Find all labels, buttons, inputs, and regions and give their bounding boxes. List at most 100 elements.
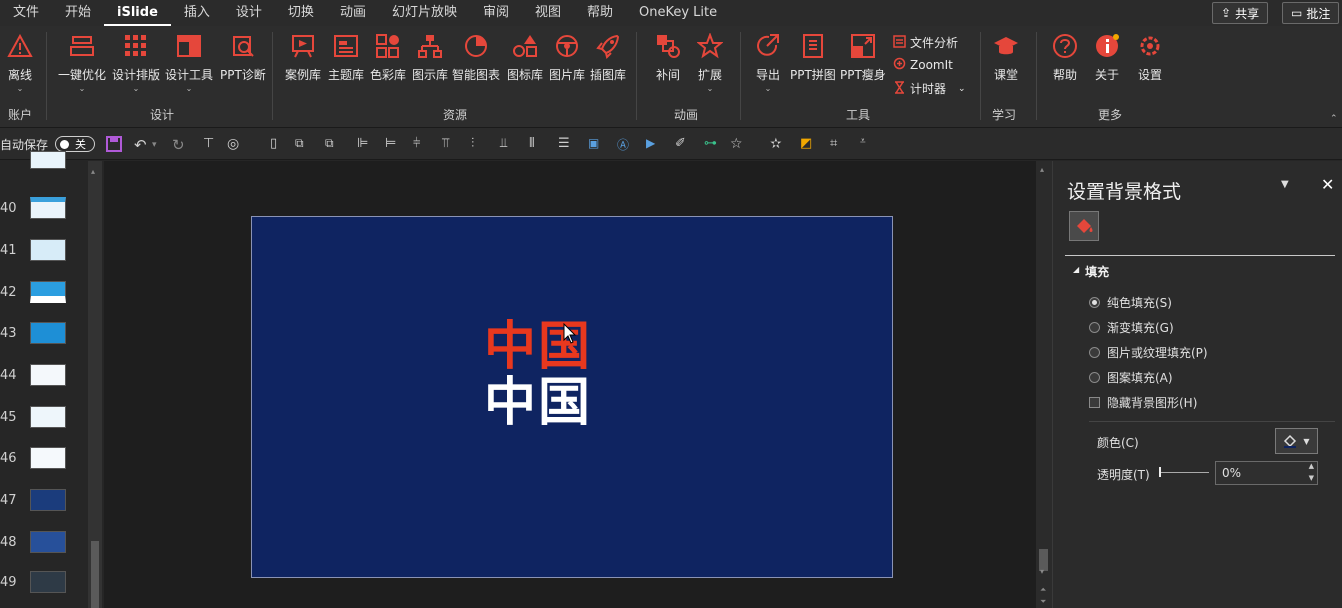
align-right-icon[interactable]: ⊨ [385, 136, 401, 152]
tab-design[interactable]: 设计 [223, 0, 275, 26]
solid-fill-radio[interactable]: 纯色填充(S) [1089, 294, 1172, 311]
video-icon[interactable]: ▶ [646, 136, 662, 152]
align-center-icon[interactable]: ⫩ [413, 136, 429, 152]
tween-button[interactable]: 补间 [654, 32, 682, 83]
tab-file[interactable]: 文件 [0, 0, 52, 26]
slide-thumbnail[interactable]: 46 [0, 447, 88, 473]
ppt-diagnose-button[interactable]: PPT诊断 [220, 32, 266, 83]
design-layout-button[interactable]: 设计排版 ⌄ [112, 32, 160, 93]
tab-help[interactable]: 帮助 [574, 0, 626, 26]
illustration-library-button[interactable]: 插图库 [590, 32, 626, 83]
slide-thumbnail[interactable]: 43 [0, 322, 88, 348]
tab-slideshow[interactable]: 幻灯片放映 [379, 0, 470, 26]
slider-handle[interactable] [1159, 467, 1161, 477]
image-tool-icon[interactable]: ▣ [588, 136, 604, 152]
shape-merge-icon[interactable]: ◎ [227, 136, 243, 152]
gradient-fill-radio[interactable]: 渐变填充(G) [1089, 319, 1174, 336]
export-button[interactable]: 导出 ⌄ [754, 32, 782, 93]
ungroup-icon[interactable]: ⧉ [325, 136, 341, 152]
design-tools-button[interactable]: 设计工具 ⌄ [165, 32, 213, 93]
slide-thumbnail[interactable]: 44 [0, 364, 88, 390]
share-button[interactable]: ⇪ 共享 [1212, 2, 1269, 24]
classroom-button[interactable]: 课堂 [992, 32, 1020, 83]
next-slide-icon[interactable]: ⏷ [1040, 597, 1046, 607]
new-file-icon[interactable]: ▯ [270, 136, 286, 152]
slide-thumbnail[interactable]: 45 [0, 406, 88, 432]
hide-background-checkbox[interactable]: 隐藏背景图形(H) [1089, 394, 1197, 411]
undo-dropdown-icon[interactable]: ▾ [152, 140, 168, 156]
distribute-horizontal-icon[interactable]: ⦀ [529, 136, 545, 152]
diagram-library-button[interactable]: 图示库 [412, 32, 448, 83]
offline-button[interactable]: 离线 ⌄ [6, 32, 34, 93]
image-library-button[interactable]: 图片库 [549, 32, 585, 83]
tab-review[interactable]: 审阅 [470, 0, 522, 26]
crop-icon[interactable]: ⌗ [830, 136, 846, 152]
spin-up-icon[interactable]: ▲ [1309, 462, 1314, 470]
slide-thumbnail[interactable]: 47 [0, 489, 88, 515]
theme-library-button[interactable]: 主题库 [328, 32, 364, 83]
align-left-icon[interactable]: ⊫ [357, 136, 373, 152]
presentation-icon[interactable]: ⊤ [203, 136, 219, 152]
scrollbar-thumb[interactable] [91, 541, 99, 608]
ppt-slim-button[interactable]: PPT瘦身 [840, 32, 886, 83]
undo-icon[interactable]: ↶ [134, 136, 150, 154]
slide-thumbnail[interactable]: 42 [0, 281, 88, 307]
save-icon[interactable] [106, 136, 122, 152]
one-click-optimize-button[interactable]: 一键优化 ⌄ [58, 32, 106, 93]
fill-section-header[interactable]: ◢ 填充 [1073, 263, 1109, 280]
tab-animations[interactable]: 动画 [327, 0, 379, 26]
ppt-collage-button[interactable]: PPT拼图 [790, 32, 836, 83]
tab-onekey[interactable]: OneKey Lite [626, 0, 730, 26]
autosave-toggle[interactable]: 关 [55, 136, 95, 152]
tab-islide[interactable]: iSlide [104, 0, 171, 26]
color-library-button[interactable]: 色彩库 [370, 32, 406, 83]
icon-library-button[interactable]: 图标库 [507, 32, 543, 83]
distribute-vertical-icon[interactable]: ☰ [558, 136, 574, 152]
comment-button[interactable]: ▭ 批注 [1282, 2, 1340, 24]
settings-button[interactable]: 设置 [1136, 32, 1164, 83]
group-icon[interactable]: ⧉ [295, 136, 311, 152]
tab-view[interactable]: 视图 [522, 0, 574, 26]
scroll-down-icon[interactable]: ▾ [1040, 567, 1044, 576]
tab-insert[interactable]: 插入 [171, 0, 223, 26]
slide-thumbnail[interactable]: 40 [0, 197, 88, 223]
collapse-ribbon-icon[interactable]: ⌃ [1330, 114, 1338, 124]
help-button[interactable]: 帮助 [1051, 32, 1079, 83]
smart-chart-button[interactable]: 智能图表 [452, 32, 500, 83]
pane-options-icon[interactable]: ▼ [1281, 179, 1289, 190]
timer-button[interactable]: 计时器 ⌄ [893, 80, 966, 97]
spin-down-icon[interactable]: ▼ [1309, 474, 1314, 482]
color-picker-button[interactable]: ▼ [1275, 428, 1318, 454]
fill-tab[interactable] [1069, 211, 1099, 241]
text-box-icon[interactable]: Ⓐ [617, 136, 633, 152]
zoomit-button[interactable]: ZoomIt [893, 57, 953, 73]
tab-transitions[interactable]: 切换 [275, 0, 327, 26]
star-tool-icon[interactable]: ☆ [730, 136, 746, 152]
file-analysis-button[interactable]: 文件分析 [893, 34, 958, 51]
customize-toolbar-icon[interactable]: ⩡ [860, 136, 876, 152]
thumbnail-scrollbar[interactable]: ▴ [88, 161, 102, 608]
picture-fill-radio[interactable]: 图片或纹理填充(P) [1089, 344, 1208, 361]
transparency-slider[interactable] [1159, 467, 1209, 477]
scroll-up-icon[interactable]: ▴ [1040, 165, 1044, 174]
previous-slide-icon[interactable]: ⏶ [1040, 585, 1046, 595]
redo-icon[interactable]: ↻ [172, 136, 188, 154]
vertical-scrollbar[interactable]: ▴ ▾ ⏶ ⏷ [1036, 161, 1052, 608]
format-painter-icon[interactable]: ✐ [675, 136, 691, 152]
case-library-button[interactable]: 案例库 [285, 32, 321, 83]
scroll-up-icon[interactable]: ▴ [91, 167, 95, 176]
slide-thumbnail[interactable]: 41 [0, 239, 88, 265]
tab-home[interactable]: 开始 [52, 0, 104, 26]
pattern-fill-radio[interactable]: 图案填充(A) [1089, 369, 1173, 386]
favorite-icon[interactable]: ✫ [770, 136, 786, 152]
picture-replace-icon[interactable]: ◩ [800, 136, 816, 152]
slide-thumbnail[interactable]: 49 [0, 571, 88, 597]
slide-thumbnail[interactable] [0, 151, 88, 187]
current-slide[interactable]: 中国 中国 [251, 216, 893, 578]
align-top-icon[interactable]: ⫪ [442, 136, 458, 152]
close-icon[interactable]: ✕ [1321, 175, 1334, 194]
slide-text-white[interactable]: 中国 [484, 375, 592, 431]
extend-button[interactable]: 扩展 ⌄ [696, 32, 724, 93]
slide-thumbnail[interactable]: 48 [0, 531, 88, 557]
arrange-icon[interactable]: ⊶ [704, 136, 720, 152]
